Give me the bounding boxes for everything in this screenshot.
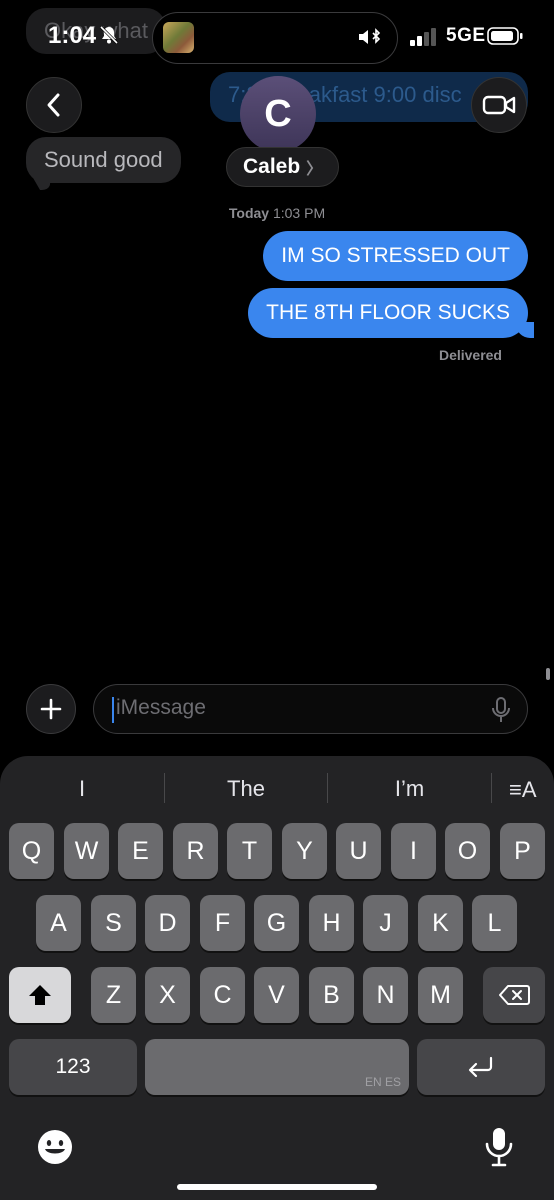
avatar-initial: C	[264, 92, 292, 135]
key-i[interactable]: I	[391, 823, 436, 879]
text-format-icon[interactable]: ≡A	[509, 777, 537, 803]
delivery-status: Delivered	[438, 347, 502, 363]
key-k[interactable]: K	[418, 895, 463, 951]
key-d[interactable]: D	[145, 895, 190, 951]
microphone-icon[interactable]	[490, 696, 512, 724]
key-v[interactable]: V	[254, 967, 299, 1023]
key-u[interactable]: U	[336, 823, 381, 879]
space-key[interactable]: EN ES	[145, 1039, 409, 1095]
key-f[interactable]: F	[200, 895, 245, 951]
emoji-icon[interactable]	[36, 1128, 74, 1166]
key-o[interactable]: O	[445, 823, 490, 879]
delete-key[interactable]	[483, 967, 545, 1023]
chevron-right-icon: 〉	[306, 161, 323, 178]
key-w[interactable]: W	[64, 823, 109, 879]
key-s[interactable]: S	[91, 895, 136, 951]
received-message: Sound good	[26, 137, 181, 183]
numbers-key[interactable]: 123	[9, 1039, 137, 1095]
key-a[interactable]: A	[36, 895, 81, 951]
scroll-indicator[interactable]	[546, 668, 550, 680]
now-playing-thumbnail[interactable]	[163, 22, 194, 53]
key-y[interactable]: Y	[282, 823, 327, 879]
contact-avatar[interactable]: C	[240, 76, 316, 152]
facetime-video-button[interactable]	[471, 77, 527, 133]
signal-icon	[410, 28, 436, 46]
key-t[interactable]: T	[227, 823, 272, 879]
shift-icon	[29, 985, 51, 1005]
key-j[interactable]: J	[363, 895, 408, 951]
key-r[interactable]: R	[173, 823, 218, 879]
suggestion-1[interactable]: I	[0, 773, 164, 805]
shift-key[interactable]	[9, 967, 71, 1023]
key-p[interactable]: P	[500, 823, 545, 879]
contact-name-button[interactable]: Caleb 〉	[226, 147, 340, 187]
battery-icon	[487, 27, 523, 45]
bluetooth-icon	[359, 28, 381, 44]
apps-plus-button[interactable]	[26, 684, 76, 734]
key-z[interactable]: Z	[91, 967, 136, 1023]
key-q[interactable]: Q	[9, 823, 54, 879]
sent-message[interactable]: THE 8TH FLOOR SUCKS	[248, 288, 534, 338]
text-cursor	[112, 697, 114, 723]
message-timestamp: Today 1:03 PM	[0, 205, 554, 221]
key-l[interactable]: L	[472, 895, 517, 951]
network-type: 5GE	[446, 25, 486, 46]
key-m[interactable]: M	[418, 967, 463, 1023]
key-b[interactable]: B	[309, 967, 354, 1023]
space-language-label: EN ES	[364, 1075, 401, 1089]
dictation-microphone-icon[interactable]	[484, 1126, 514, 1168]
status-time: 1:04	[48, 22, 97, 49]
return-key[interactable]	[417, 1039, 545, 1095]
delete-icon	[499, 985, 530, 1005]
back-chevron-icon	[47, 93, 60, 117]
back-button[interactable]	[26, 77, 82, 133]
contact-name: Caleb	[243, 155, 301, 178]
bell-slash-icon	[99, 25, 119, 45]
key-c[interactable]: C	[200, 967, 245, 1023]
suggestion-3[interactable]: I’m	[328, 773, 491, 805]
key-h[interactable]: H	[309, 895, 354, 951]
message-placeholder: iMessage	[116, 696, 206, 719]
plus-icon	[40, 698, 62, 720]
key-e[interactable]: E	[118, 823, 163, 879]
home-indicator[interactable]	[177, 1184, 377, 1190]
timestamp-day: Today	[228, 205, 270, 221]
return-icon	[468, 1056, 493, 1078]
key-n[interactable]: N	[363, 967, 408, 1023]
sent-message[interactable]: IM SO STRESSED OUT	[263, 231, 528, 281]
suggestion-divider	[491, 773, 492, 803]
key-g[interactable]: G	[254, 895, 299, 951]
suggestion-2[interactable]: The	[165, 773, 327, 805]
video-camera-icon	[482, 95, 516, 115]
key-x[interactable]: X	[145, 967, 190, 1023]
timestamp-time: 1:03 PM	[272, 205, 326, 221]
